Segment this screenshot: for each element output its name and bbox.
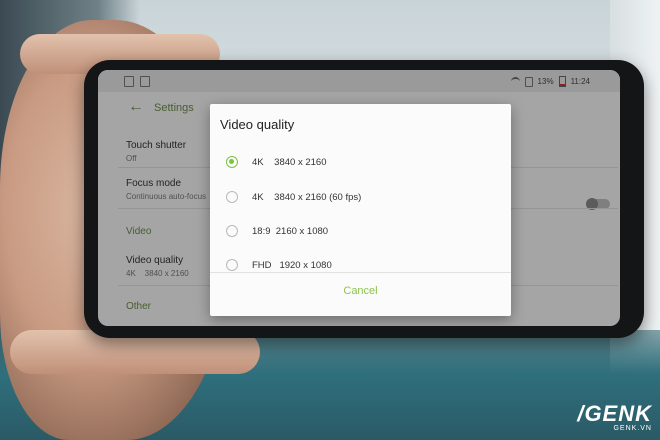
dialog-title: Video quality xyxy=(220,117,295,132)
phone-screen: 13% 11:24 ← Settings Touch shutter Off F… xyxy=(98,70,620,326)
radio-icon[interactable] xyxy=(226,225,238,237)
watermark: /GENK GENK.VN xyxy=(577,401,652,432)
option-label: 18:9 2160 x 1080 xyxy=(252,225,329,237)
radio-icon[interactable] xyxy=(226,191,238,203)
option-4k-60fps[interactable]: 4K 3840 x 2160 (60 fps) xyxy=(226,187,361,207)
video-quality-dialog: Video quality 4K 3840 x 2160 4K 3840 x 2… xyxy=(210,104,511,316)
option-label: 4K 3840 x 2160 xyxy=(252,156,327,168)
watermark-logo: /GENK xyxy=(577,401,652,426)
cancel-button[interactable]: Cancel xyxy=(210,285,511,297)
option-4k-30fps[interactable]: 4K 3840 x 2160 xyxy=(226,152,326,172)
option-label: 4K 3840 x 2160 (60 fps) xyxy=(252,191,362,203)
option-18-9[interactable]: 18:9 2160 x 1080 xyxy=(226,221,328,241)
watermark-brand: GENK xyxy=(584,401,652,426)
radio-icon[interactable] xyxy=(226,259,238,271)
option-label: FHD 1920 x 1080 xyxy=(252,259,332,271)
dialog-divider xyxy=(210,272,511,273)
radio-selected-icon[interactable] xyxy=(226,156,238,168)
